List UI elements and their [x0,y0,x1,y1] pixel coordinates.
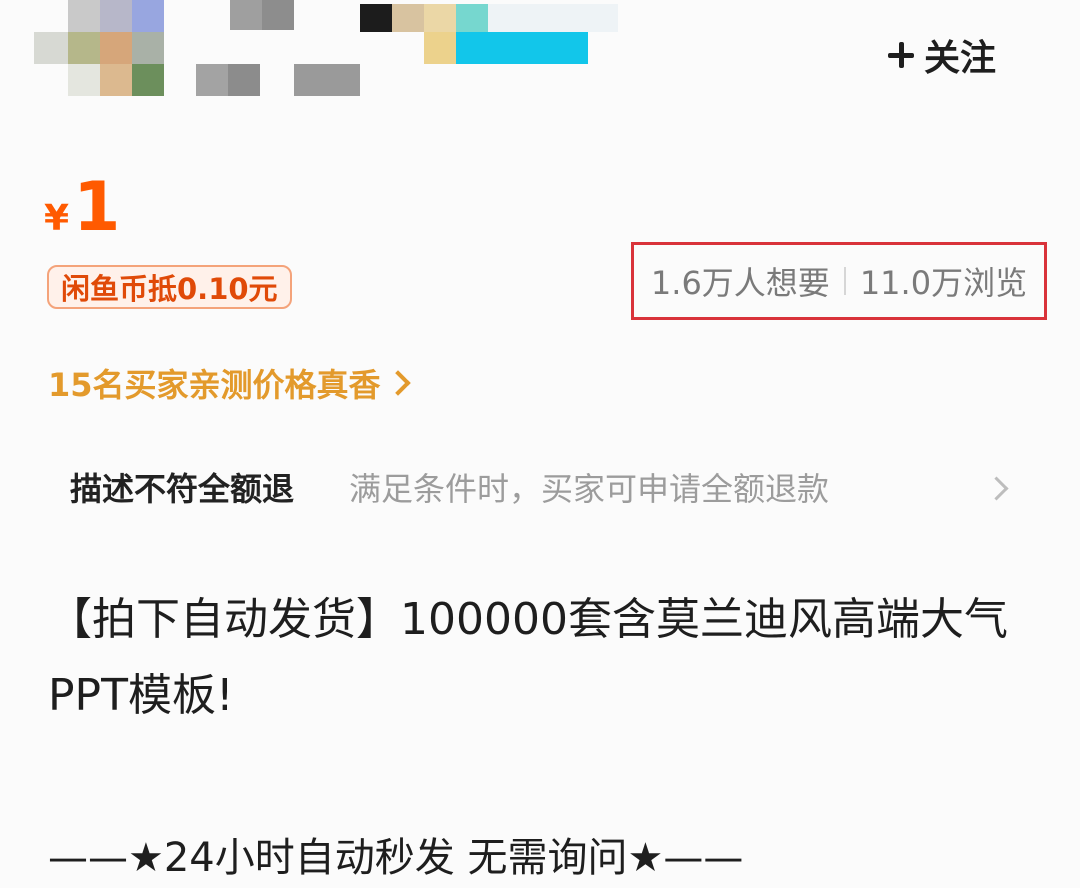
follow-button[interactable]: 关注 [862,22,1022,88]
guarantee-title: 描述不符全额退 [70,470,295,508]
chevron-right-icon [984,476,1009,501]
chevron-right-icon [384,370,411,396]
product-subtitle: ——★24小时自动秒发 无需询问★—— [48,835,744,881]
views-count: 11.0万浏览 [859,264,1028,302]
product-title: 【拍下自动发货】100000套含莫兰迪风高端大气PPT模板! [48,594,1008,721]
wants-count: 1.6万人想要 [650,264,830,302]
plus-icon [887,42,914,68]
buyers-tested-link[interactable]: 15名买家亲测价格真香 [48,360,411,406]
popularity-stats: 1.6万人想要 11.0万浏览 [631,242,1047,320]
buyers-tested-label: 15名买家亲测价格真香 [48,366,381,404]
price: ¥ 1 [44,168,120,248]
stats-divider [843,267,846,295]
seller-avatar[interactable] [30,0,170,100]
guarantee-description: 满足条件时，买家可申请全额退款 [349,470,830,508]
price-value: 1 [73,168,121,247]
follow-label: 关注 [923,38,996,79]
seller-name[interactable] [196,0,626,100]
coin-discount-badge: 闲鱼币抵0.10元 [47,265,292,309]
currency-symbol: ¥ [44,198,70,239]
refund-guarantee-row[interactable]: 描述不符全额退 满足条件时，买家可申请全额退款 [0,440,1080,532]
